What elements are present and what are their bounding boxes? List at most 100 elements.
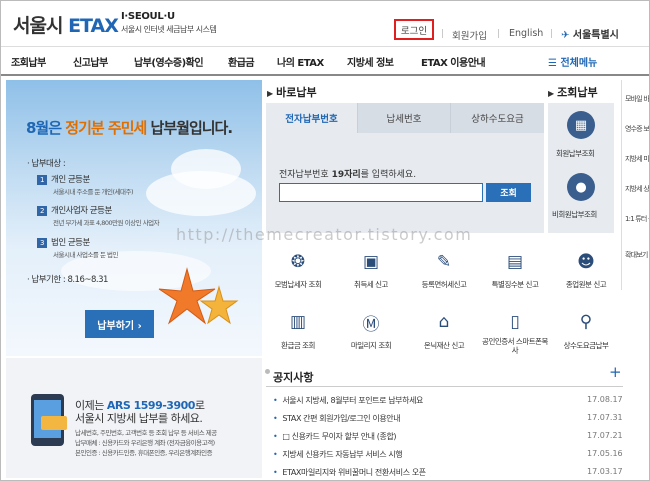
medal-icon[interactable]: ❂ [285, 249, 311, 275]
service-special-collection[interactable]: 특별징수분 신고 [486, 280, 544, 289]
banner-item-desc: 전년 부가세 과표 4,800만원 이상인 사업자 [53, 219, 160, 227]
seoul-city-logo-icon: ✈ [561, 30, 570, 41]
banner-title: 8월은 정기분 주민세 납부월입니다. [26, 117, 233, 138]
notice-item[interactable]: STAX 간편 회원가입/로그인 이용안내 [273, 413, 400, 424]
epay-input-label: 전자납부번호 19자리를 입력하세요. [279, 167, 416, 180]
starfish-icon [158, 267, 239, 325]
service-refund-lookup[interactable]: 환급금 조회 [269, 341, 327, 350]
tab-epay-number[interactable]: 전자납부번호 [266, 103, 358, 133]
service-license-tax[interactable]: 등록면허세신고 [415, 280, 473, 289]
notice-title: 공지사항 [273, 371, 314, 384]
banner-target-label: · 납부대상 : [27, 159, 66, 169]
service-mileage[interactable]: 마일리지 조회 [342, 341, 400, 350]
english-link[interactable]: English [509, 28, 543, 39]
banner-item-number: 3 [37, 238, 47, 248]
nav-item-lookup-pay[interactable]: 조회납부 [11, 54, 46, 69]
service-model-taxpayer[interactable]: 모범납세자 조회 [269, 280, 327, 289]
triangle-icon: ▶ [548, 89, 555, 98]
user-icon[interactable]: ● [567, 173, 595, 201]
banner-item-title: 개인사업자 균등분 [51, 206, 112, 216]
banner-item: 2 개인사업자 균등분 [37, 204, 112, 216]
nonmember-lookup-link[interactable]: 비회원납부조회 [552, 209, 597, 220]
service-hidden-assets[interactable]: 온닉재산 신고 [415, 341, 473, 350]
faucet-icon[interactable]: ⚲ [573, 309, 599, 335]
nav-item-receipt[interactable]: 납부(영수증)확인 [134, 54, 204, 69]
notice-item[interactable]: ETAX마일리지와 위비꿀머니 전환서비스 오픈 [273, 467, 426, 478]
member-lookup-link[interactable]: 회원납부조회 [556, 148, 595, 159]
notice-date: 17.08.17 [587, 395, 623, 404]
quick-tutor[interactable]: 1:1 튜터 상담 [625, 215, 649, 224]
ars-detail: 납세번호, 주민번호, 고객번호 등 조회 납부 등 서비스 제공 [75, 429, 217, 437]
banner-item-desc: 서울시내 사업소를 둔 법인 [53, 251, 118, 259]
nav-item-refund[interactable]: 환급금 [228, 54, 255, 69]
logo-slogan: I·SEOUL·U [121, 11, 175, 22]
triangle-icon: ▶ [267, 89, 274, 98]
tab-tax-number[interactable]: 납세번호 [358, 103, 451, 133]
people-icon[interactable]: ☻ [573, 249, 599, 275]
notice-item[interactable]: 서울시 지방세, 8월부터 포인트로 납부하세요 [273, 395, 423, 406]
all-menu-label: 전체메뉴 [560, 58, 598, 69]
book-icon[interactable]: ▥ [285, 309, 311, 335]
notice-date: 17.05.16 [587, 449, 623, 458]
house-icon[interactable]: ⌂ [431, 309, 457, 335]
banner-item-number: 2 [37, 206, 47, 216]
nav-item-my-etax[interactable]: 나의 ETAX [277, 54, 324, 69]
banner-item-title: 개인 균등분 [51, 175, 90, 185]
seoul-city-link[interactable]: ✈ 서울특별시 [561, 26, 619, 41]
credit-card-icon [41, 416, 67, 430]
service-water-fee[interactable]: 상수도요금납부 [553, 341, 619, 350]
smartphone-icon[interactable]: ▯ [502, 309, 528, 335]
banner-item: 3 법인 균등분 [37, 236, 90, 248]
header-divider: | [441, 29, 445, 39]
notice-date: 17.07.21 [587, 431, 623, 440]
divider [266, 386, 623, 387]
notice-date: 17.07.31 [587, 413, 623, 422]
login-link[interactable]: 로그인 [394, 19, 434, 40]
quick-mobile-basket[interactable]: 모바일 바구니 [625, 95, 649, 104]
banner-item-desc: 서울시내 주소를 둔 개인(세대주) [53, 188, 134, 196]
header-divider: | [497, 29, 501, 39]
epay-label-pre: 전자납부번호 [279, 170, 329, 180]
quick-receipt-box[interactable]: 영수증 보관함 [625, 125, 649, 134]
service-employee-tax[interactable]: 종업원분 신고 [557, 280, 615, 289]
ars-subheadline: 서울시 지방세 납부를 하세요. [75, 412, 203, 425]
page: { "header": { "logo_seoul": "서울시", "logo… [0, 0, 650, 481]
direct-pay-title-text: 바로납부 [276, 86, 317, 99]
seoul-city-label: 서울특별시 [572, 30, 619, 41]
quick-tax-consult[interactable]: 지방세 상담 [625, 185, 649, 194]
plus-icon[interactable]: + [609, 363, 622, 381]
tab-water-fee[interactable]: 상하수도요금 [451, 103, 544, 133]
quick-tax-calc[interactable]: 지방세 미리계산 [625, 155, 649, 164]
epay-search-button[interactable]: 조회 [486, 183, 531, 202]
quick-zoom-guide[interactable]: 확대보기 안내 [625, 251, 649, 260]
pager-dot[interactable] [265, 369, 270, 374]
building-icon[interactable]: ▣ [358, 249, 384, 275]
epay-number-input[interactable] [279, 183, 483, 202]
notice-date: 17.03.17 [587, 467, 623, 476]
form-icon[interactable]: ▤ [502, 249, 528, 275]
nav-item-etax-guide[interactable]: ETAX 이용안내 [421, 54, 486, 69]
signup-link[interactable]: 회원가입 [452, 28, 487, 42]
epay-label-bold: 19자리 [331, 170, 361, 180]
lookup-pay-title-text: 조회납부 [557, 86, 598, 99]
service-acquisition-tax[interactable]: 취득세 신고 [342, 280, 400, 289]
ars-detail: 납부매체 : 신용카드와 우리은행 계좌 (전자금융이용고객) [75, 439, 215, 447]
notice-item[interactable]: □ 신용카드 무이자 할부 안내 (종합) [273, 431, 396, 442]
nav-item-local-tax-info[interactable]: 지방세 정보 [347, 54, 394, 69]
nav-item-report-pay[interactable]: 신고납부 [73, 54, 108, 69]
notice-item[interactable]: 지방세 신용카드 자동납부 서비스 시행 [273, 449, 402, 460]
pay-now-button[interactable]: 납부하기 › [85, 310, 154, 338]
banner-item: 1 개인 균등분 [37, 173, 90, 185]
site-logo[interactable]: 서울시 ETAX [13, 11, 119, 38]
epay-label-post: 를 입력하세요. [360, 170, 417, 180]
header-divider: | [550, 29, 554, 39]
logo-seoul-text: 서울시 [13, 15, 63, 37]
watermark: http://themecreator.tistory.com [176, 225, 473, 244]
all-menu-button[interactable]: ☰ 전체메뉴 [548, 54, 597, 69]
document-pen-icon[interactable]: ✎ [431, 249, 457, 275]
mileage-icon[interactable]: Ⓜ [358, 309, 384, 335]
service-cert-copy[interactable]: 공인인증서 스마트폰복사 [481, 337, 549, 355]
banner-deadline: · 납부기한 : 8.16~8.31 [27, 275, 108, 285]
cloud-decoration [171, 149, 241, 189]
calendar-icon[interactable]: ▦ [567, 111, 595, 139]
